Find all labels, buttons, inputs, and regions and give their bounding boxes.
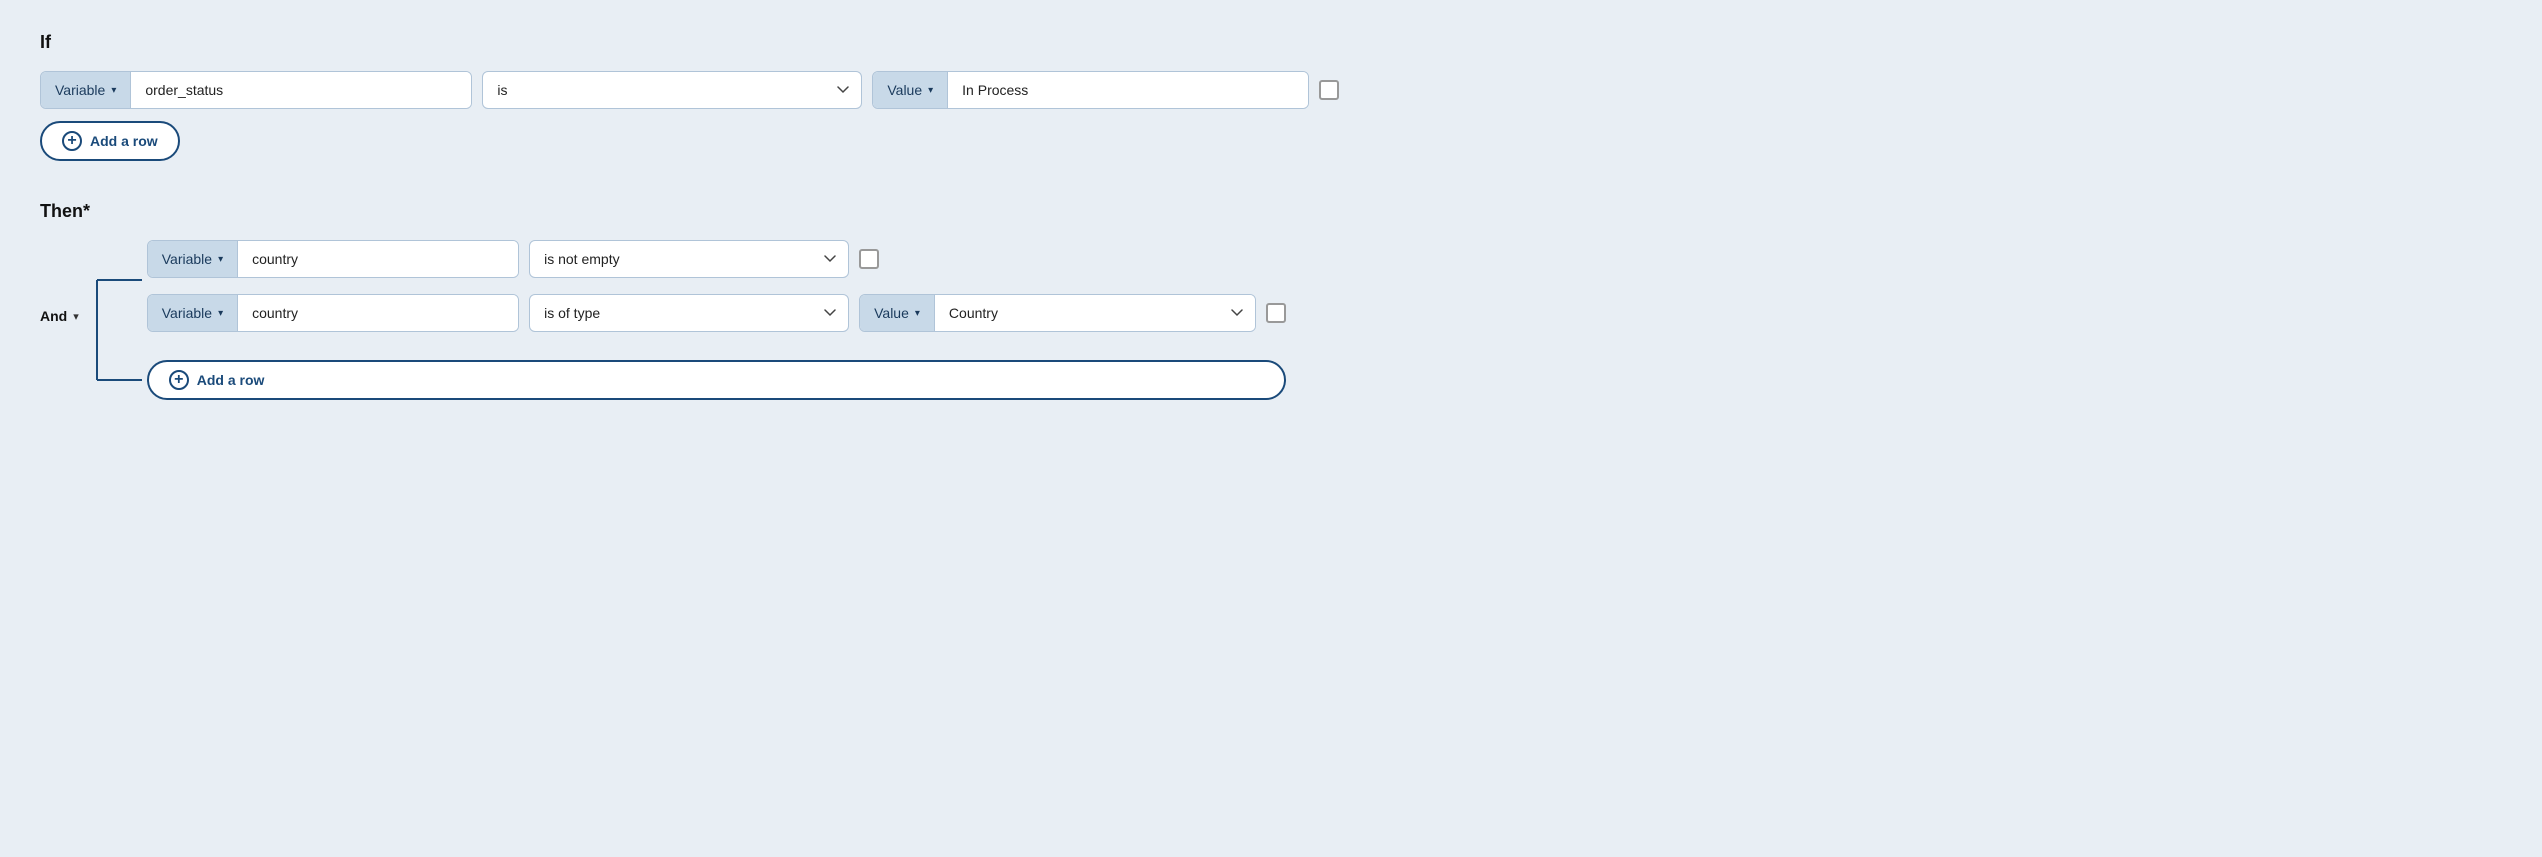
then-row1-variable-type-label: Variable — [162, 251, 212, 267]
then-row2-variable-name-input[interactable] — [238, 295, 518, 331]
if-value-group: Value ▾ — [872, 71, 1309, 109]
then-rows: Variable ▾ is is not is empty is not emp… — [147, 240, 1286, 400]
and-label-group: And ▾ — [40, 308, 79, 324]
then-row1-condition-select[interactable]: is is not is empty is not empty is of ty… — [529, 240, 849, 278]
then-row1-checkbox[interactable] — [859, 249, 879, 269]
then-row2-value-type-chevron-icon: ▾ — [915, 308, 920, 319]
then-row1-variable-group: Variable ▾ — [147, 240, 519, 278]
then-row2-variable-type-label: Variable — [162, 305, 212, 321]
and-label: And — [40, 308, 67, 324]
then-row2-value-group: Value ▾ Country City Region State — [859, 294, 1256, 332]
if-variable-group: Variable ▾ — [40, 71, 472, 109]
bracket-svg — [87, 240, 147, 415]
if-section: If Variable ▾ is is not is empty is not … — [40, 32, 2502, 161]
then-row2-variable-chevron-icon: ▾ — [218, 308, 223, 319]
then-body: And ▾ Variable ▾ — [40, 240, 2502, 410]
if-value-type-chevron-icon: ▾ — [928, 85, 933, 96]
if-add-row-button[interactable]: + Add a row — [40, 121, 180, 161]
then-row2-value-type-button[interactable]: Value ▾ — [860, 295, 935, 331]
if-condition-select[interactable]: is is not is empty is not empty is of ty… — [482, 71, 862, 109]
then-row-2: Variable ▾ is is not is empty is not emp… — [147, 294, 1286, 332]
if-row: Variable ▾ is is not is empty is not emp… — [40, 71, 2502, 109]
if-row-checkbox[interactable] — [1319, 80, 1339, 100]
if-label: If — [40, 32, 2502, 53]
then-add-row-label: Add a row — [197, 372, 265, 388]
if-variable-type-chevron-icon: ▾ — [111, 85, 116, 96]
if-value-type-label: Value — [887, 82, 922, 98]
then-row2-value-type-label: Value — [874, 305, 909, 321]
if-variable-name-input[interactable] — [131, 72, 471, 108]
then-row2-value-select[interactable]: Country City Region State — [935, 295, 1255, 331]
if-add-row-plus-icon: + — [62, 131, 82, 151]
then-section: Then* And ▾ — [40, 201, 2502, 410]
if-variable-type-label: Variable — [55, 82, 105, 98]
then-row2-condition-select[interactable]: is is not is empty is not empty is of ty… — [529, 294, 849, 332]
if-value-text-input[interactable] — [948, 72, 1308, 108]
then-row-1: Variable ▾ is is not is empty is not emp… — [147, 240, 1286, 278]
bracket-lines — [87, 240, 147, 410]
and-chevron-button[interactable]: ▾ — [73, 310, 79, 323]
then-add-row-plus-icon: + — [169, 370, 189, 390]
then-row1-variable-chevron-icon: ▾ — [218, 254, 223, 265]
if-variable-type-button[interactable]: Variable ▾ — [41, 72, 131, 108]
then-label: Then* — [40, 201, 2502, 222]
if-value-type-button[interactable]: Value ▾ — [873, 72, 948, 108]
then-row2-checkbox[interactable] — [1266, 303, 1286, 323]
then-add-row-button[interactable]: + Add a row — [147, 360, 1286, 400]
and-connector: And ▾ — [40, 240, 79, 324]
then-row1-variable-name-input[interactable] — [238, 241, 518, 277]
then-row2-variable-type-button[interactable]: Variable ▾ — [148, 295, 238, 331]
if-add-row-label: Add a row — [90, 133, 158, 149]
then-row2-variable-group: Variable ▾ — [147, 294, 519, 332]
then-row1-variable-type-button[interactable]: Variable ▾ — [148, 241, 238, 277]
